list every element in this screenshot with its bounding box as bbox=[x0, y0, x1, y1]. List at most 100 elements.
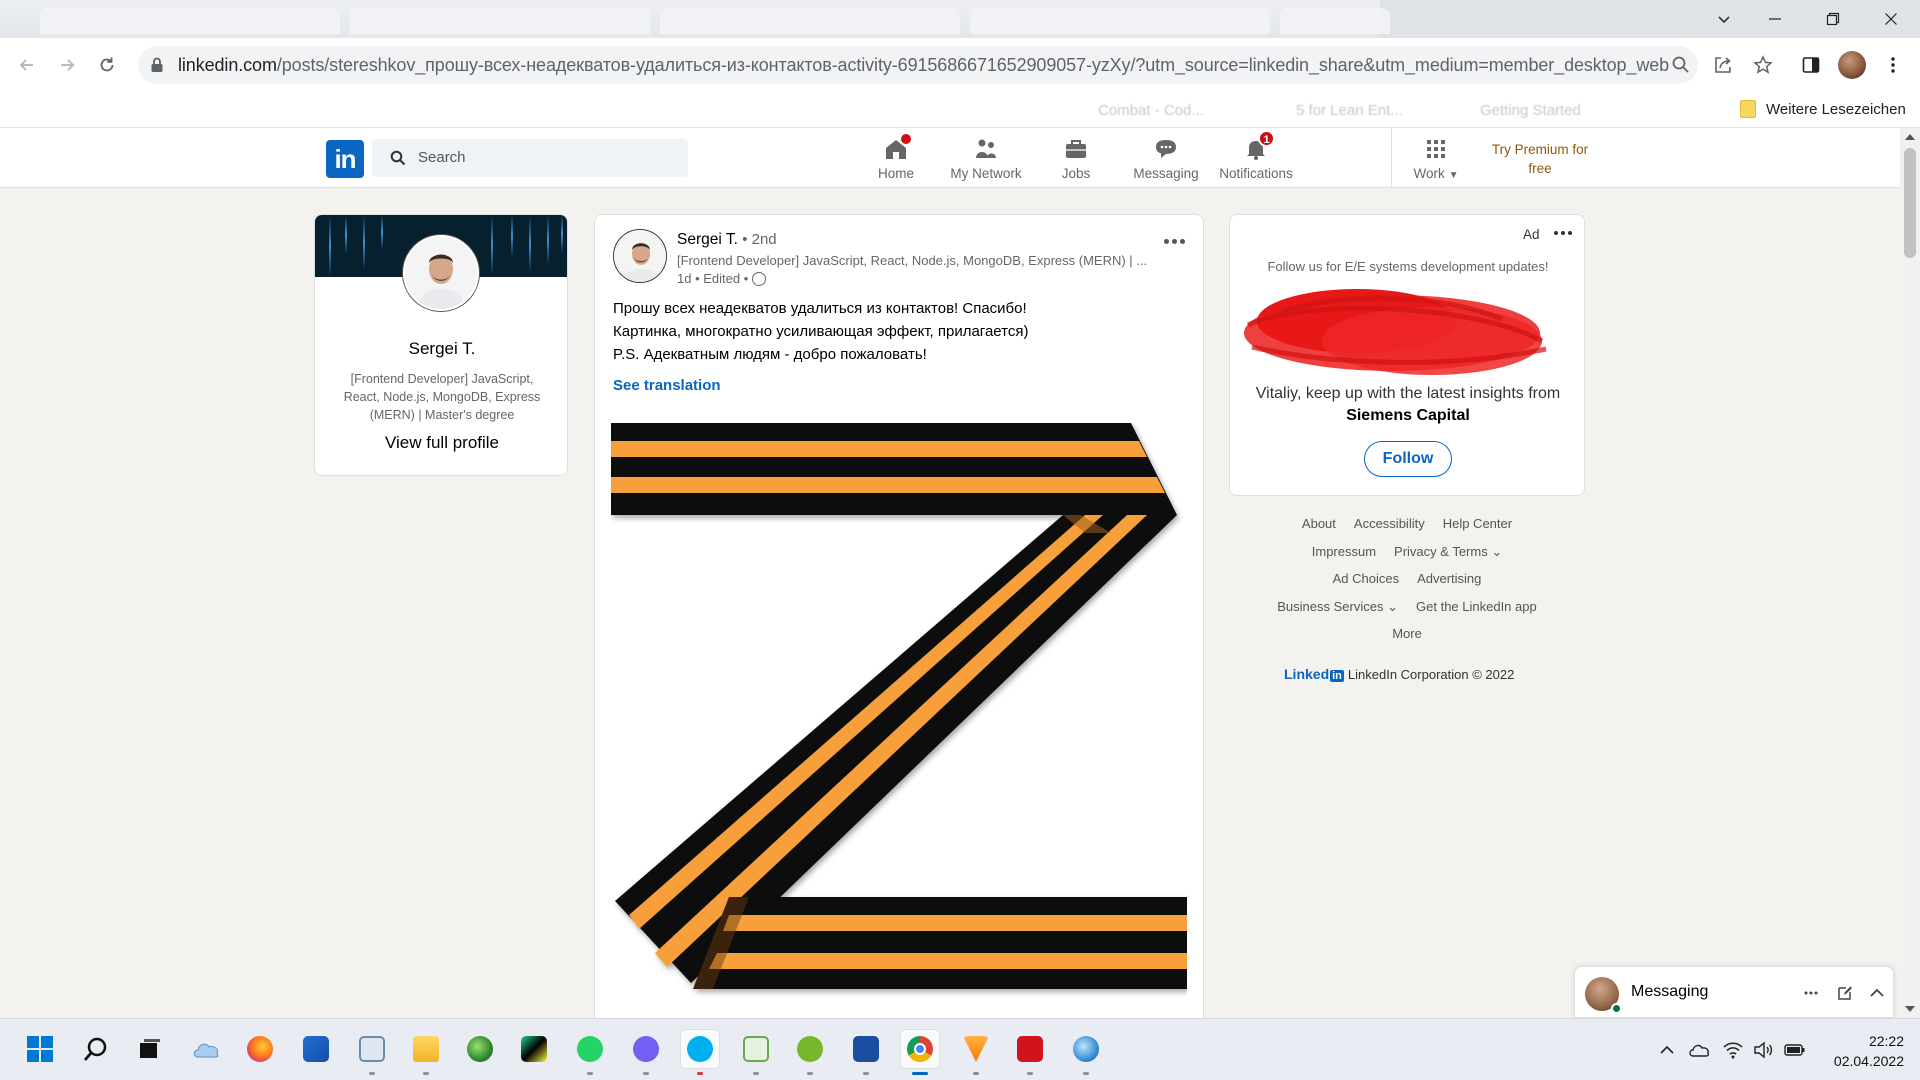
nav-work[interactable]: Work ▼ bbox=[1391, 132, 1481, 184]
post-options-menu[interactable] bbox=[1157, 227, 1191, 255]
scroll-up-arrow[interactable] bbox=[1905, 134, 1915, 140]
nav-notifications[interactable]: 1 Notifications bbox=[1211, 130, 1301, 184]
scrollbar-thumb[interactable] bbox=[1904, 148, 1916, 258]
url-text[interactable]: linkedin.com/posts/stereshkov_прошу-всех… bbox=[178, 55, 1669, 76]
profile-photo[interactable] bbox=[403, 235, 479, 311]
wordmark-text: Linked bbox=[1284, 666, 1330, 682]
address-bar[interactable]: linkedin.com/posts/stereshkov_прошу-всех… bbox=[138, 46, 1698, 84]
scroll-down-arrow[interactable] bbox=[1905, 1006, 1915, 1012]
footer-link-dropdown[interactable]: Privacy & Terms ⌄ bbox=[1394, 544, 1502, 572]
browser-tab[interactable] bbox=[660, 8, 960, 34]
reload-icon[interactable] bbox=[92, 50, 122, 80]
browser-tab[interactable] bbox=[1280, 8, 1390, 34]
footer-link[interactable]: Accessibility bbox=[1354, 516, 1425, 544]
bookmark-item[interactable]: Getting Started bbox=[1480, 102, 1581, 119]
bookmark-star-icon[interactable] bbox=[1748, 50, 1778, 80]
other-bookmarks-folder[interactable]: Weitere Lesezeichen bbox=[1740, 100, 1906, 118]
footer-link-dropdown[interactable]: Business Services ⌄ bbox=[1277, 599, 1398, 627]
chevron-up-icon[interactable] bbox=[1863, 979, 1891, 1007]
browser-tab[interactable] bbox=[350, 8, 650, 34]
nav-label: Notifications bbox=[1219, 166, 1293, 181]
whatsapp-app-icon[interactable] bbox=[570, 1029, 610, 1075]
volume-icon[interactable] bbox=[1752, 1039, 1774, 1061]
monitor-app-icon[interactable] bbox=[352, 1029, 392, 1075]
browser-tab[interactable] bbox=[970, 8, 1270, 34]
browser-tab[interactable] bbox=[40, 8, 340, 34]
footer-link[interactable]: Impressum bbox=[1312, 544, 1376, 572]
running-indicator bbox=[423, 1072, 429, 1075]
chrome-app-icon[interactable] bbox=[900, 1029, 940, 1075]
messaging-options-icon[interactable] bbox=[1797, 979, 1825, 1007]
save-app-icon[interactable] bbox=[846, 1029, 886, 1075]
search-input[interactable]: Search bbox=[372, 139, 688, 177]
running-indicator bbox=[369, 1072, 375, 1075]
post-author-avatar[interactable] bbox=[613, 229, 667, 283]
page-scrollbar[interactable] bbox=[1900, 128, 1920, 1018]
firefox-app-icon[interactable] bbox=[240, 1029, 280, 1069]
skype-app-icon[interactable] bbox=[680, 1029, 720, 1075]
footer-link[interactable]: Advertising bbox=[1417, 571, 1481, 599]
tab-search-icon[interactable] bbox=[1706, 0, 1742, 38]
pycharm-app-icon[interactable] bbox=[514, 1029, 554, 1069]
footer-link[interactable]: Get the LinkedIn app bbox=[1416, 599, 1537, 627]
side-panel-icon[interactable] bbox=[1796, 50, 1826, 80]
messaging-overlay[interactable]: Messaging bbox=[1574, 966, 1894, 1018]
acrobat-app-icon[interactable] bbox=[1010, 1029, 1050, 1075]
footer-link[interactable]: Ad Choices bbox=[1333, 571, 1399, 599]
footer-link-label: Business Services bbox=[1277, 598, 1384, 614]
footer-link[interactable]: About bbox=[1302, 516, 1336, 544]
folder-icon bbox=[1740, 100, 1756, 118]
vivaldi-app-icon[interactable] bbox=[956, 1029, 996, 1075]
ad-company-name[interactable]: Siemens Capital bbox=[1346, 407, 1470, 424]
battery-icon[interactable] bbox=[1784, 1039, 1806, 1061]
see-translation-link[interactable]: See translation bbox=[613, 377, 721, 394]
start-button[interactable] bbox=[20, 1029, 60, 1069]
ad-options-menu[interactable] bbox=[1548, 225, 1578, 241]
system-clock[interactable]: 22:22 02.04.2022 bbox=[1818, 1031, 1904, 1071]
close-icon[interactable] bbox=[1862, 0, 1920, 38]
profile-name[interactable]: Sergei T. bbox=[315, 339, 567, 359]
spreadsheet-app-icon[interactable] bbox=[736, 1029, 776, 1075]
bookmark-item[interactable]: 5 for Lean Ent... bbox=[1296, 102, 1403, 119]
store-app-icon[interactable] bbox=[296, 1029, 336, 1069]
forward-icon[interactable] bbox=[52, 50, 82, 80]
utorrent-app-icon[interactable] bbox=[790, 1029, 830, 1075]
globe-app-icon[interactable] bbox=[460, 1029, 500, 1069]
chevron-down-icon: ⌄ bbox=[1491, 543, 1503, 559]
nav-jobs[interactable]: Jobs bbox=[1031, 132, 1121, 184]
try-premium-link[interactable]: Try Premium for free bbox=[1480, 140, 1600, 178]
nav-my-network[interactable]: My Network bbox=[941, 132, 1031, 184]
viber-app-icon[interactable] bbox=[626, 1029, 666, 1075]
post-image[interactable] bbox=[611, 423, 1187, 1023]
linkedin-logo[interactable]: in bbox=[326, 140, 364, 178]
back-icon[interactable] bbox=[12, 50, 42, 80]
lock-icon[interactable] bbox=[150, 57, 164, 73]
network-globe-app-icon[interactable] bbox=[1066, 1029, 1106, 1075]
bookmark-item[interactable]: Combat - Cod... bbox=[1098, 102, 1204, 119]
browser-profile-avatar[interactable] bbox=[1838, 51, 1866, 79]
task-view-icon[interactable] bbox=[130, 1029, 170, 1069]
follow-button[interactable]: Follow bbox=[1364, 441, 1452, 477]
wifi-icon[interactable] bbox=[1722, 1039, 1744, 1061]
running-indicator bbox=[587, 1072, 593, 1075]
share-icon[interactable] bbox=[1708, 50, 1738, 80]
nav-messaging[interactable]: Messaging bbox=[1121, 132, 1211, 184]
view-full-profile-link[interactable]: View full profile bbox=[315, 433, 567, 453]
restore-icon[interactable] bbox=[1804, 0, 1862, 38]
nav-home[interactable]: Home bbox=[851, 132, 941, 184]
zoom-icon[interactable] bbox=[1666, 50, 1696, 80]
footer-link-more[interactable]: More bbox=[1392, 626, 1422, 654]
messaging-title[interactable]: Messaging bbox=[1631, 983, 1708, 1001]
active-indicator bbox=[912, 1072, 928, 1075]
cloud-icon[interactable] bbox=[1688, 1039, 1710, 1061]
chevron-up-icon[interactable] bbox=[1656, 1039, 1678, 1061]
post-author-name[interactable]: Sergei T. bbox=[677, 231, 738, 248]
footer-link[interactable]: Help Center bbox=[1443, 516, 1512, 544]
search-taskbar-icon[interactable] bbox=[76, 1029, 116, 1069]
onedrive-app-icon[interactable] bbox=[186, 1029, 226, 1069]
caret-down-icon: ▼ bbox=[1448, 170, 1459, 181]
browser-menu-icon[interactable] bbox=[1878, 50, 1908, 80]
compose-message-icon[interactable] bbox=[1831, 979, 1859, 1007]
file-explorer-icon[interactable] bbox=[406, 1029, 446, 1075]
minimize-icon[interactable] bbox=[1746, 0, 1804, 38]
